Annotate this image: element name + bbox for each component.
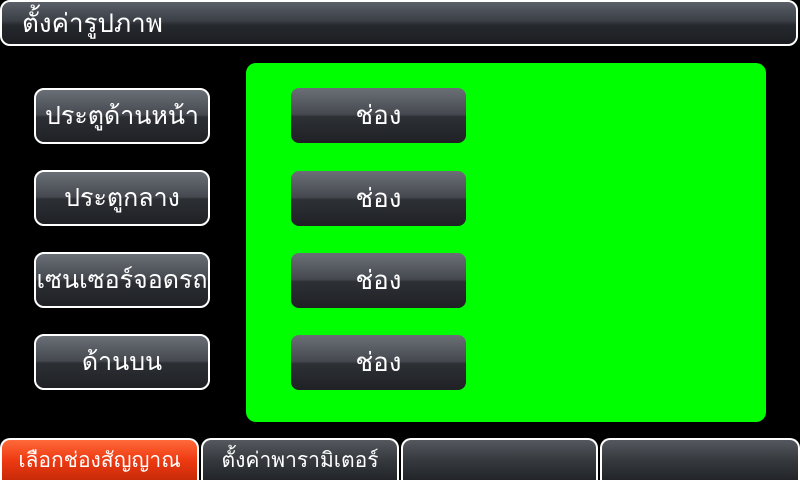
middle-door-button[interactable]: ประตูกลาง [34,170,210,226]
front-door-channel-button[interactable]: ช่อง [291,88,466,143]
parking-sensor-channel-button[interactable]: ช่อง [291,253,466,308]
front-door-button[interactable]: ประตูด้านหน้า [34,88,210,144]
title-bar: ตั้งค่ารูปภาพ [0,0,798,46]
top-view-button[interactable]: ด้านบน [34,334,210,390]
tab-empty-4[interactable] [600,438,800,480]
tab-parameter-settings[interactable]: ตั้งค่าพารามิเตอร์ [201,438,399,480]
middle-door-channel-button[interactable]: ช่อง [291,171,466,226]
tab-select-channel[interactable]: เลือกช่องสัญญาณ [0,438,199,480]
page-title: ตั้งค่ารูปภาพ [22,8,163,39]
tab-empty-3[interactable] [401,438,598,480]
top-view-channel-button[interactable]: ช่อง [291,335,466,390]
parking-sensor-button[interactable]: เซนเซอร์จอดรถ [34,252,210,308]
